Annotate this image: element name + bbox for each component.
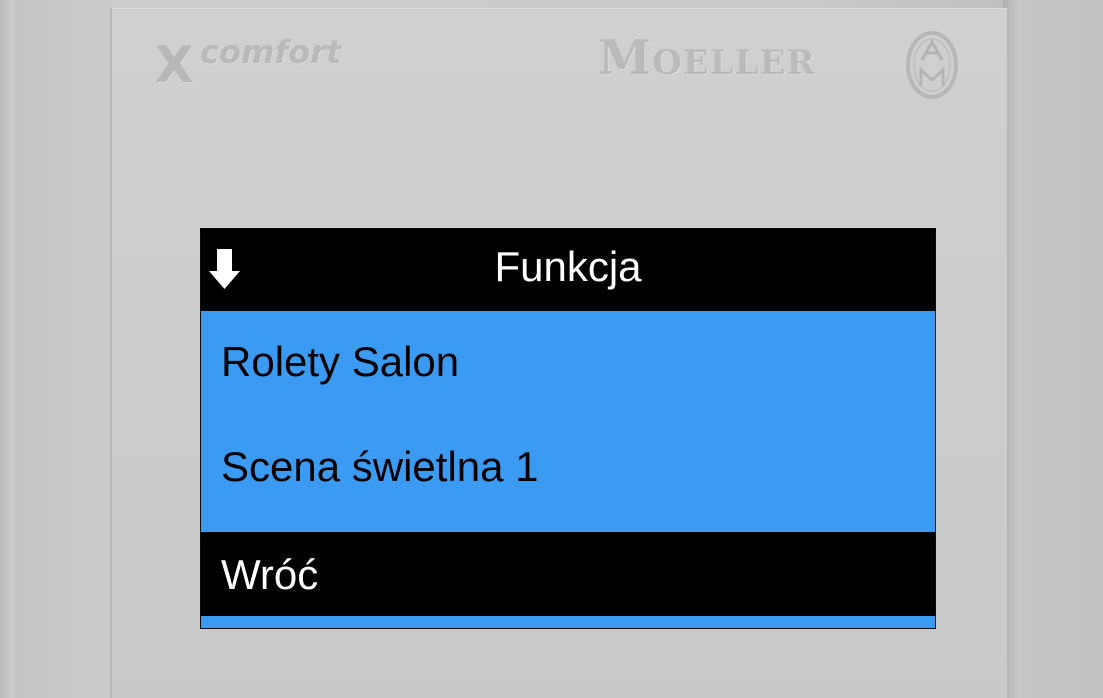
moeller-am-emblem-icon: [906, 31, 958, 99]
device-photo: X comfort Moeller Funkcja Rolety Salon S…: [0, 0, 1103, 698]
xcomfort-logo-x: X: [155, 36, 194, 94]
moeller-logo: Moeller: [598, 30, 816, 86]
menu-item-scena-swietlna[interactable]: Scena świetlna 1: [221, 446, 539, 488]
menu-item-back-selected[interactable]: Wróć: [201, 532, 935, 616]
lcd-display: Funkcja Rolety Salon Scena świetlna 1 Wr…: [200, 228, 936, 629]
wall-left: [0, 0, 14, 698]
display-header: Funkcja: [201, 229, 935, 311]
menu-item-rolety-salon[interactable]: Rolety Salon: [221, 341, 459, 383]
back-label: Wróć: [221, 551, 319, 598]
display-title: Funkcja: [494, 243, 642, 290]
wall-right: [1003, 0, 1103, 698]
xcomfort-logo-text: comfort: [200, 33, 342, 71]
